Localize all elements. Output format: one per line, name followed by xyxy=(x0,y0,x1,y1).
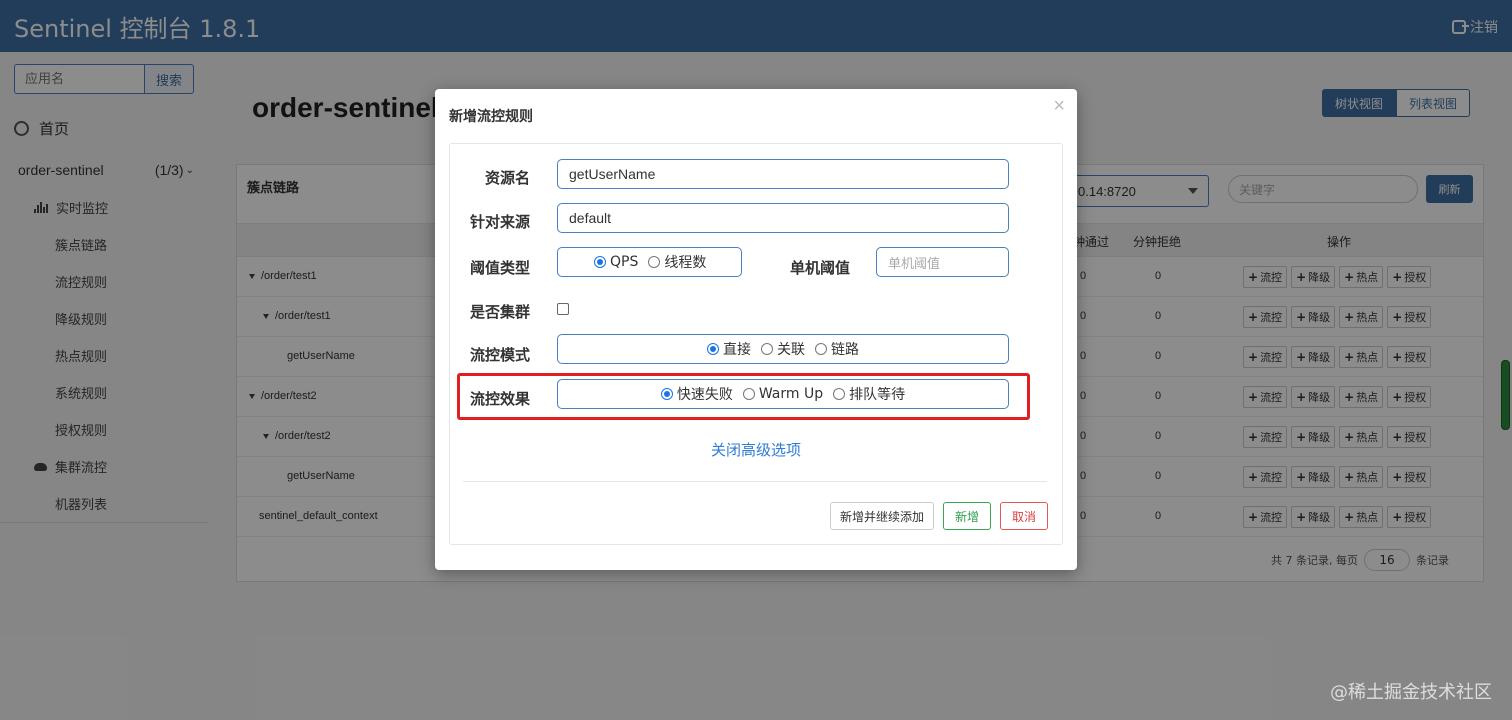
radio-unchecked-icon xyxy=(648,256,661,268)
strategy-label: 流控模式 xyxy=(470,346,531,364)
add-and-continue-button[interactable]: 新增并继续添加 xyxy=(830,502,934,530)
grade-radio-group: QPS 线程数 xyxy=(557,247,742,277)
strategy-radio-group: 直接 关联 链路 xyxy=(557,334,1009,364)
toggle-advanced-link[interactable]: 关闭高级选项 xyxy=(435,439,1077,460)
dialog-form: 资源名 getUserName 针对来源 default 阈值类型 QPS 线程… xyxy=(449,143,1063,545)
close-button[interactable]: × xyxy=(1053,95,1065,118)
dialog-title: 新增流控规则 xyxy=(449,109,533,125)
grade-option-thread[interactable]: 线程数 xyxy=(648,252,706,272)
resource-label: 资源名 xyxy=(485,169,531,187)
watermark: @稀土掘金技术社区 xyxy=(1330,682,1492,703)
radio-label: QPS xyxy=(610,254,639,270)
radio-checked-icon xyxy=(707,343,719,355)
resource-input[interactable]: getUserName xyxy=(557,159,1009,189)
origin-input[interactable]: default xyxy=(557,203,1009,233)
radio-label: 直接 xyxy=(723,342,751,358)
grade-option-qps[interactable]: QPS xyxy=(594,254,638,270)
dialog-divider xyxy=(463,481,1047,482)
radio-checked-icon xyxy=(594,256,606,268)
cluster-checkbox[interactable] xyxy=(557,303,569,315)
radio-label: 线程数 xyxy=(664,255,707,271)
effect-highlight-box xyxy=(457,373,1030,420)
radio-unchecked-icon xyxy=(761,343,773,355)
threshold-label: 单机阈值 xyxy=(790,259,851,277)
radio-label: 关联 xyxy=(777,342,805,358)
add-flow-rule-dialog: 新增流控规则 × 资源名 getUserName 针对来源 default 阈值… xyxy=(435,89,1077,570)
strategy-option-chain[interactable]: 链路 xyxy=(815,339,859,359)
add-button[interactable]: 新增 xyxy=(943,502,991,530)
cluster-label: 是否集群 xyxy=(470,303,531,321)
threshold-input[interactable]: 单机阈值 xyxy=(876,247,1009,277)
grade-label: 阈值类型 xyxy=(470,259,531,277)
cancel-button[interactable]: 取消 xyxy=(1000,502,1048,530)
origin-label: 针对来源 xyxy=(470,213,531,231)
strategy-option-relate[interactable]: 关联 xyxy=(761,339,805,359)
strategy-option-direct[interactable]: 直接 xyxy=(707,339,751,359)
radio-label: 链路 xyxy=(831,342,859,358)
toggle-advanced-label: 关闭高级选项 xyxy=(710,441,801,459)
radio-unchecked-icon xyxy=(815,343,827,355)
